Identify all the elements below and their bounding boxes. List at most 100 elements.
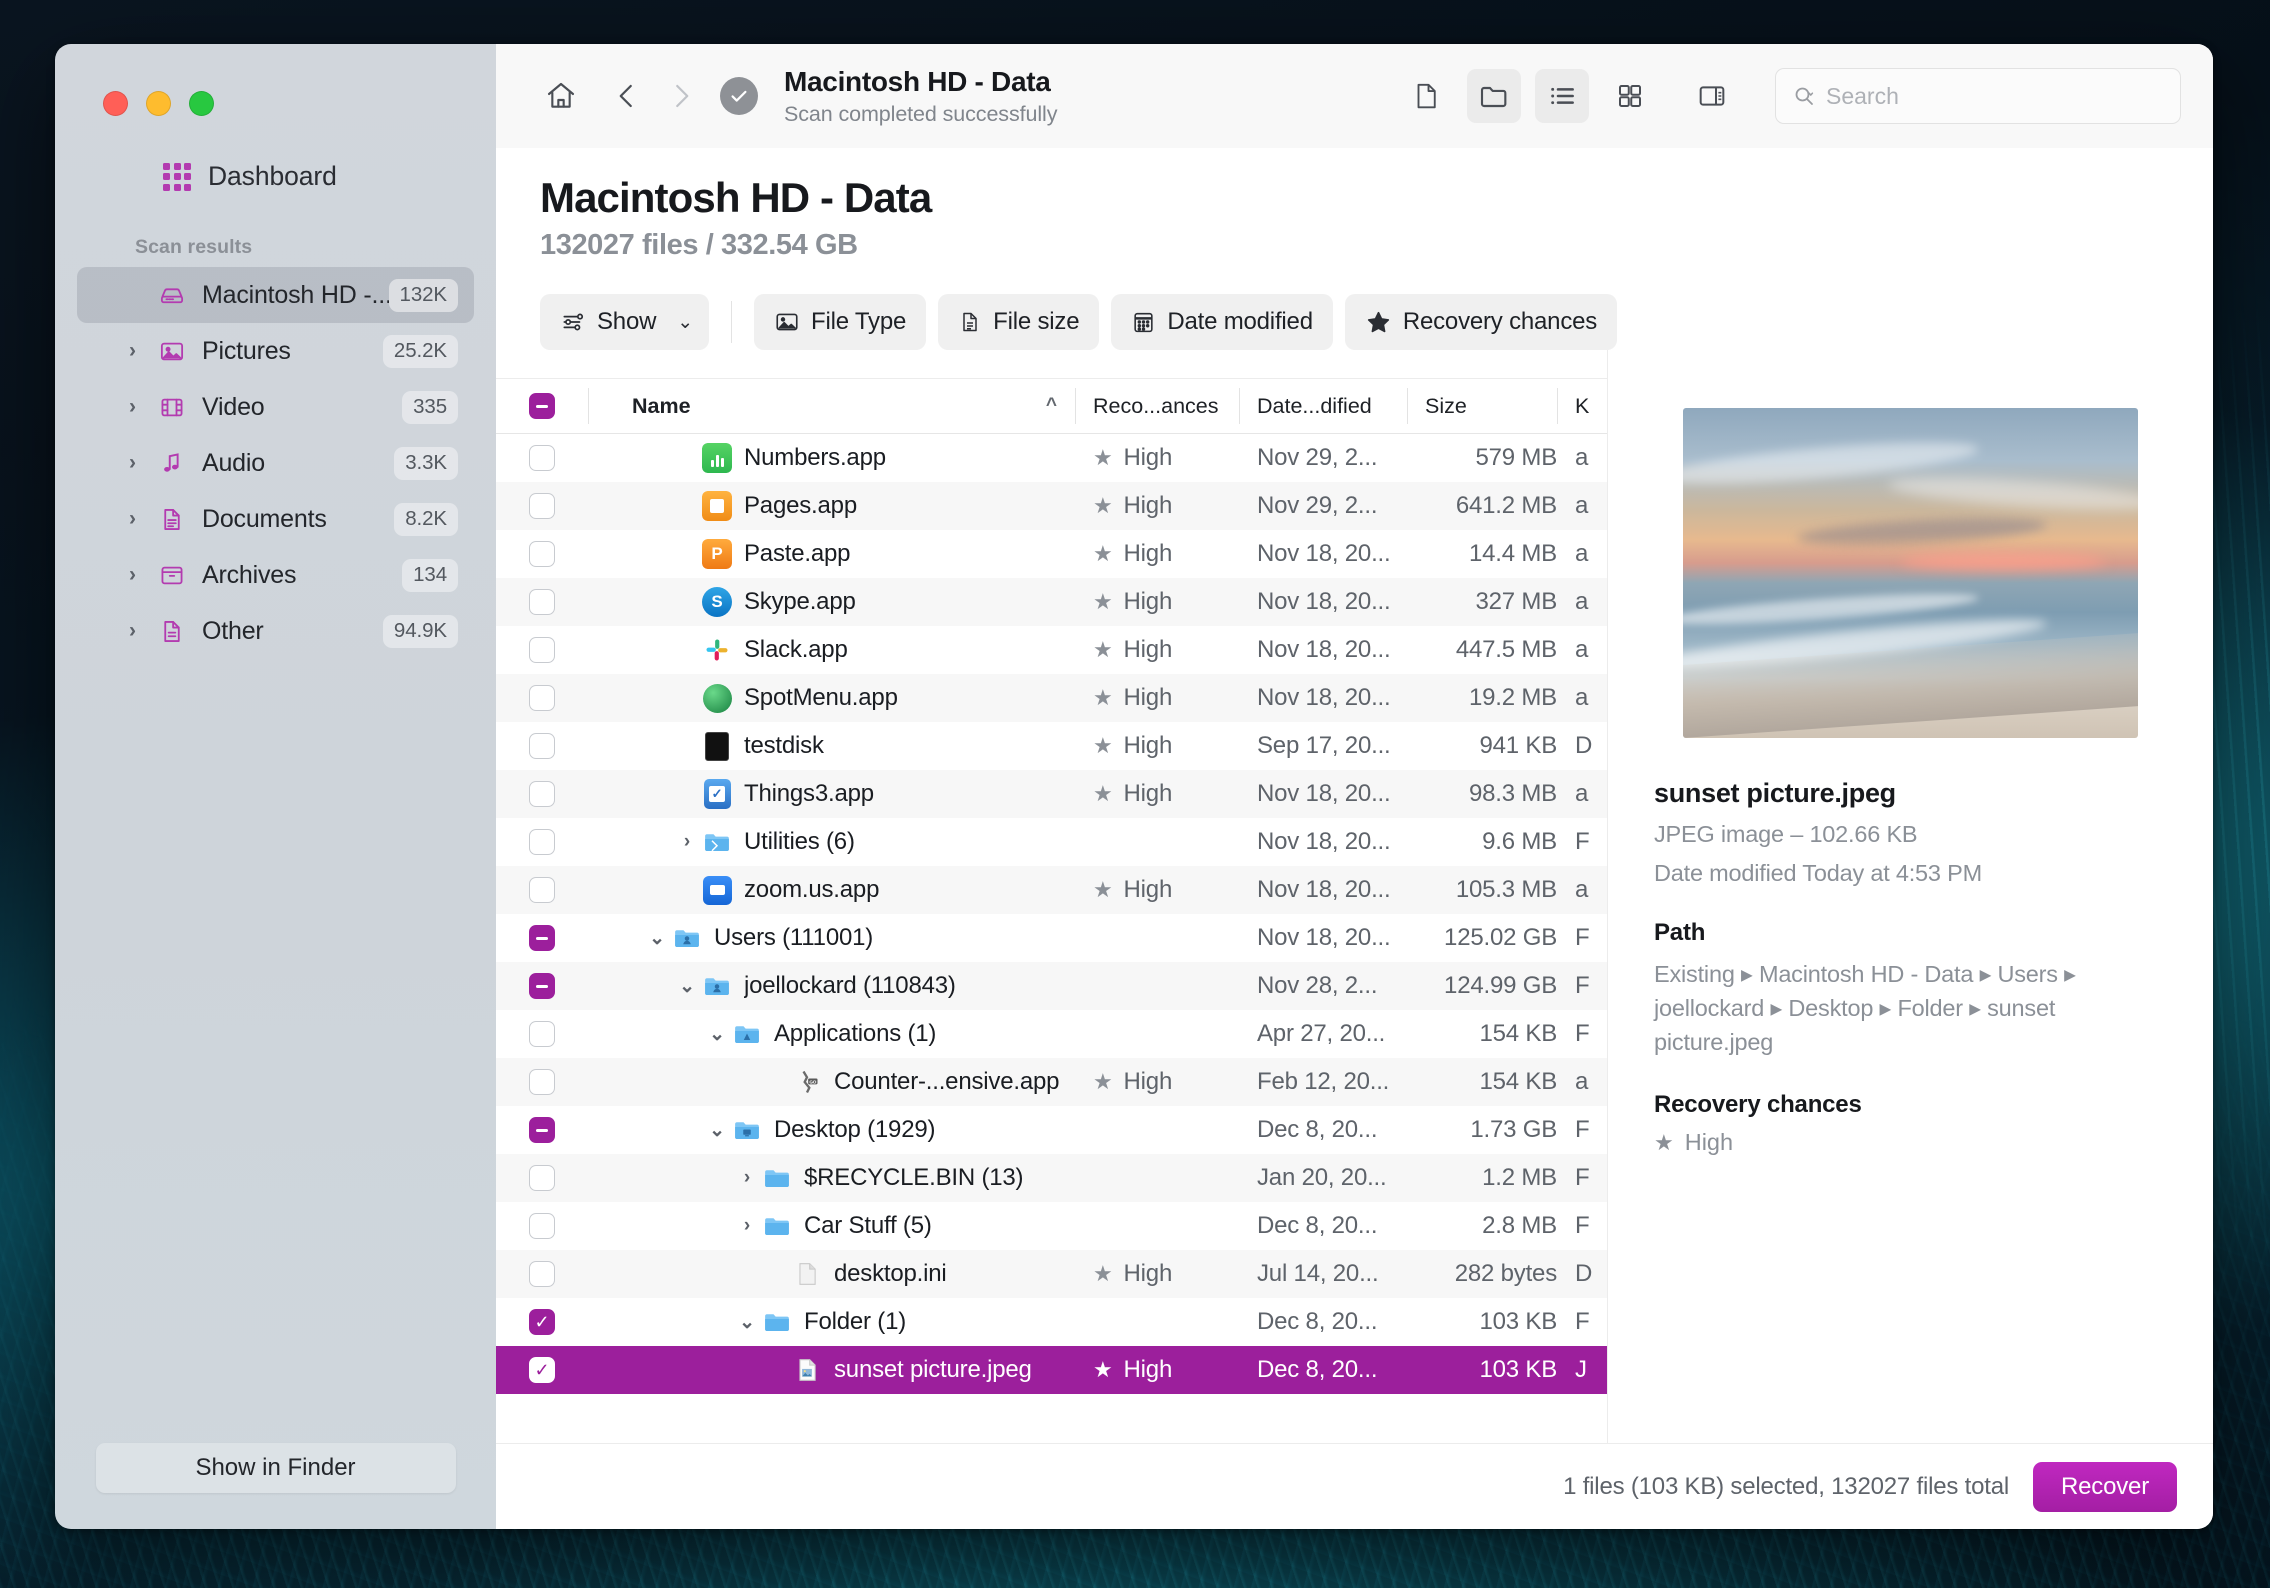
row-checkbox-cell[interactable] [496, 1069, 588, 1095]
table-row[interactable]: › Utilities (6) Nov 18, 20... 9.6 MB F [496, 818, 1607, 866]
table-row[interactable]: ›Numbers.app ★ High Nov 29, 2... 579 MB a [496, 434, 1607, 482]
row-name-cell[interactable]: ⌄ Applications (1) [588, 1019, 1075, 1049]
row-checkbox-cell[interactable] [496, 733, 588, 759]
column-header-kind[interactable]: K [1557, 379, 1607, 433]
row-name-cell[interactable]: ›✓Things3.app [588, 779, 1075, 809]
sidebar-item-archives[interactable]: › Archives 134 [77, 547, 474, 603]
back-button[interactable] [600, 69, 654, 123]
row-checkbox-cell[interactable] [496, 445, 588, 471]
row-name-cell[interactable]: ›SSkype.app [588, 587, 1075, 617]
row-name-cell[interactable]: ›zoom.us.app [588, 875, 1075, 905]
maximize-window-button[interactable] [189, 91, 214, 116]
filter-chip-recovery-chances[interactable]: Recovery chances [1344, 294, 1618, 350]
column-header-size[interactable]: Size [1407, 379, 1557, 433]
sidebar-panel-icon[interactable] [1685, 69, 1739, 123]
checkbox-unchecked[interactable] [529, 877, 555, 903]
checkbox-unchecked[interactable] [529, 1165, 555, 1191]
list-view-icon[interactable] [1535, 69, 1589, 123]
minimize-window-button[interactable] [146, 91, 171, 116]
home-icon[interactable] [534, 69, 588, 123]
checkbox-unchecked[interactable] [529, 829, 555, 855]
chevron-down-icon[interactable]: ⌄ [672, 975, 702, 998]
row-checkbox-cell[interactable] [496, 589, 588, 615]
chevron-right-icon[interactable]: › [129, 339, 155, 363]
row-checkbox-cell[interactable] [496, 637, 588, 663]
table-row[interactable]: ›Pages.app ★ High Nov 29, 2... 641.2 MB a [496, 482, 1607, 530]
table-row[interactable]: ⌄ Users (111001) Nov 18, 20... 125.02 GB F [496, 914, 1607, 962]
chevron-right-icon[interactable]: › [129, 507, 155, 531]
row-checkbox-cell[interactable] [496, 877, 588, 903]
row-checkbox-cell[interactable] [496, 781, 588, 807]
row-name-cell[interactable]: ⌄ joellockard (110843) [588, 971, 1075, 1001]
chevron-down-icon[interactable]: ⌄ [732, 1311, 762, 1334]
filter-chip-date-modified[interactable]: Date modified [1111, 294, 1333, 350]
table-row[interactable]: ⌄ Desktop (1929) Dec 8, 20... 1.73 GB F [496, 1106, 1607, 1154]
table-row[interactable]: ›SSkype.app★HighNov 18, 20...327 MBa [496, 578, 1607, 626]
chevron-right-icon[interactable]: › [732, 1215, 762, 1237]
table-row[interactable]: ›zoom.us.app ★ High Nov 18, 20... 105.3 MB a [496, 866, 1607, 914]
row-checkbox-cell[interactable]: ✓ [496, 1309, 588, 1335]
row-checkbox-cell[interactable] [496, 1261, 588, 1287]
checkbox-checked[interactable]: ✓ [529, 1357, 555, 1383]
chevron-right-icon[interactable]: › [732, 1167, 762, 1189]
table-row[interactable]: ›PPaste.app★HighNov 18, 20...14.4 MBa [496, 530, 1607, 578]
table-row[interactable]: ›✓Things3.app★HighNov 18, 20...98.3 MBa [496, 770, 1607, 818]
row-name-cell[interactable]: ⌄ Folder (1) [588, 1307, 1075, 1337]
checkbox-unchecked[interactable] [529, 541, 555, 567]
row-name-cell[interactable]: ›GOCounter-...ensive.app [588, 1067, 1075, 1097]
grid-view-icon[interactable] [1603, 69, 1657, 123]
checkbox-unchecked[interactable] [529, 445, 555, 471]
checkbox-unchecked[interactable] [529, 685, 555, 711]
table-row[interactable]: ✓ ⌄ Folder (1) Dec 8, 20... 103 KB F [496, 1298, 1607, 1346]
filter-chip-file-size[interactable]: File size [938, 294, 1100, 350]
sidebar-item-other[interactable]: › Other 94.9K [77, 603, 474, 659]
table-row[interactable]: ⌄ Applications (1) Apr 27, 20... 154 KB F [496, 1010, 1607, 1058]
sidebar-item-macintosh-hd[interactable]: ›Macintosh HD -...132K [77, 267, 474, 323]
row-checkbox-cell[interactable] [496, 1021, 588, 1047]
row-checkbox-cell[interactable] [496, 1213, 588, 1239]
row-name-cell[interactable]: › $RECYCLE.BIN (13) [588, 1163, 1075, 1193]
checkbox-unchecked[interactable] [529, 733, 555, 759]
filter-chip-show[interactable]: Show ⌄ [540, 294, 709, 350]
column-header-name[interactable]: Name ^ [588, 379, 1075, 433]
row-checkbox-cell[interactable] [496, 493, 588, 519]
row-name-cell[interactable]: ›desktop.ini [588, 1259, 1075, 1289]
checkbox-partial[interactable] [529, 393, 555, 419]
row-name-cell[interactable]: ›testdisk [588, 731, 1075, 761]
checkbox-unchecked[interactable] [529, 781, 555, 807]
checkbox-unchecked[interactable] [529, 589, 555, 615]
table-row[interactable]: ✓ ›sunset picture.jpeg ★ High Dec 8, 20... 10… [496, 1346, 1607, 1394]
row-name-cell[interactable]: ›Pages.app [588, 491, 1075, 521]
table-row[interactable]: ›testdisk ★ High Sep 17, 20... 941 KB D [496, 722, 1607, 770]
row-checkbox-cell[interactable] [496, 541, 588, 567]
chevron-right-icon[interactable]: › [129, 563, 155, 587]
table-row[interactable]: › Car Stuff (5) Dec 8, 20... 2.8 MB F [496, 1202, 1607, 1250]
row-name-cell[interactable]: › Utilities (6) [588, 827, 1075, 857]
table-row[interactable]: › $RECYCLE.BIN (13) Jan 20, 20... 1.2 MB F [496, 1154, 1607, 1202]
chevron-right-icon[interactable]: › [129, 451, 155, 475]
table-row[interactable]: ›desktop.ini ★ High Jul 14, 20... 282 bytes D [496, 1250, 1607, 1298]
select-all-checkbox[interactable] [496, 379, 588, 433]
checkbox-partial[interactable] [529, 973, 555, 999]
checkbox-unchecked[interactable] [529, 1261, 555, 1287]
checkbox-partial[interactable] [529, 925, 555, 951]
chevron-down-icon[interactable]: ⌄ [677, 311, 693, 334]
chevron-right-icon[interactable]: › [129, 619, 155, 643]
checkbox-checked[interactable]: ✓ [529, 1309, 555, 1335]
row-checkbox-cell[interactable] [496, 1117, 588, 1143]
sidebar-item-documents[interactable]: › Documents 8.2K [77, 491, 474, 547]
row-name-cell[interactable]: ⌄ Users (111001) [588, 923, 1075, 953]
row-name-cell[interactable]: ›SpotMenu.app [588, 683, 1075, 713]
checkbox-unchecked[interactable] [529, 637, 555, 663]
chevron-right-icon[interactable]: › [129, 395, 155, 419]
file-view-icon[interactable] [1399, 69, 1453, 123]
sidebar-item-dashboard[interactable]: Dashboard [163, 161, 496, 192]
column-header-recovery[interactable]: Reco...ances [1075, 379, 1239, 433]
row-checkbox-cell[interactable] [496, 973, 588, 999]
row-checkbox-cell[interactable] [496, 829, 588, 855]
checkbox-partial[interactable] [529, 1117, 555, 1143]
row-name-cell[interactable]: ⌄ Desktop (1929) [588, 1115, 1075, 1145]
chevron-down-icon[interactable]: ⌄ [642, 927, 672, 950]
search-box[interactable] [1775, 68, 2181, 124]
row-name-cell[interactable]: ›PPaste.app [588, 539, 1075, 569]
